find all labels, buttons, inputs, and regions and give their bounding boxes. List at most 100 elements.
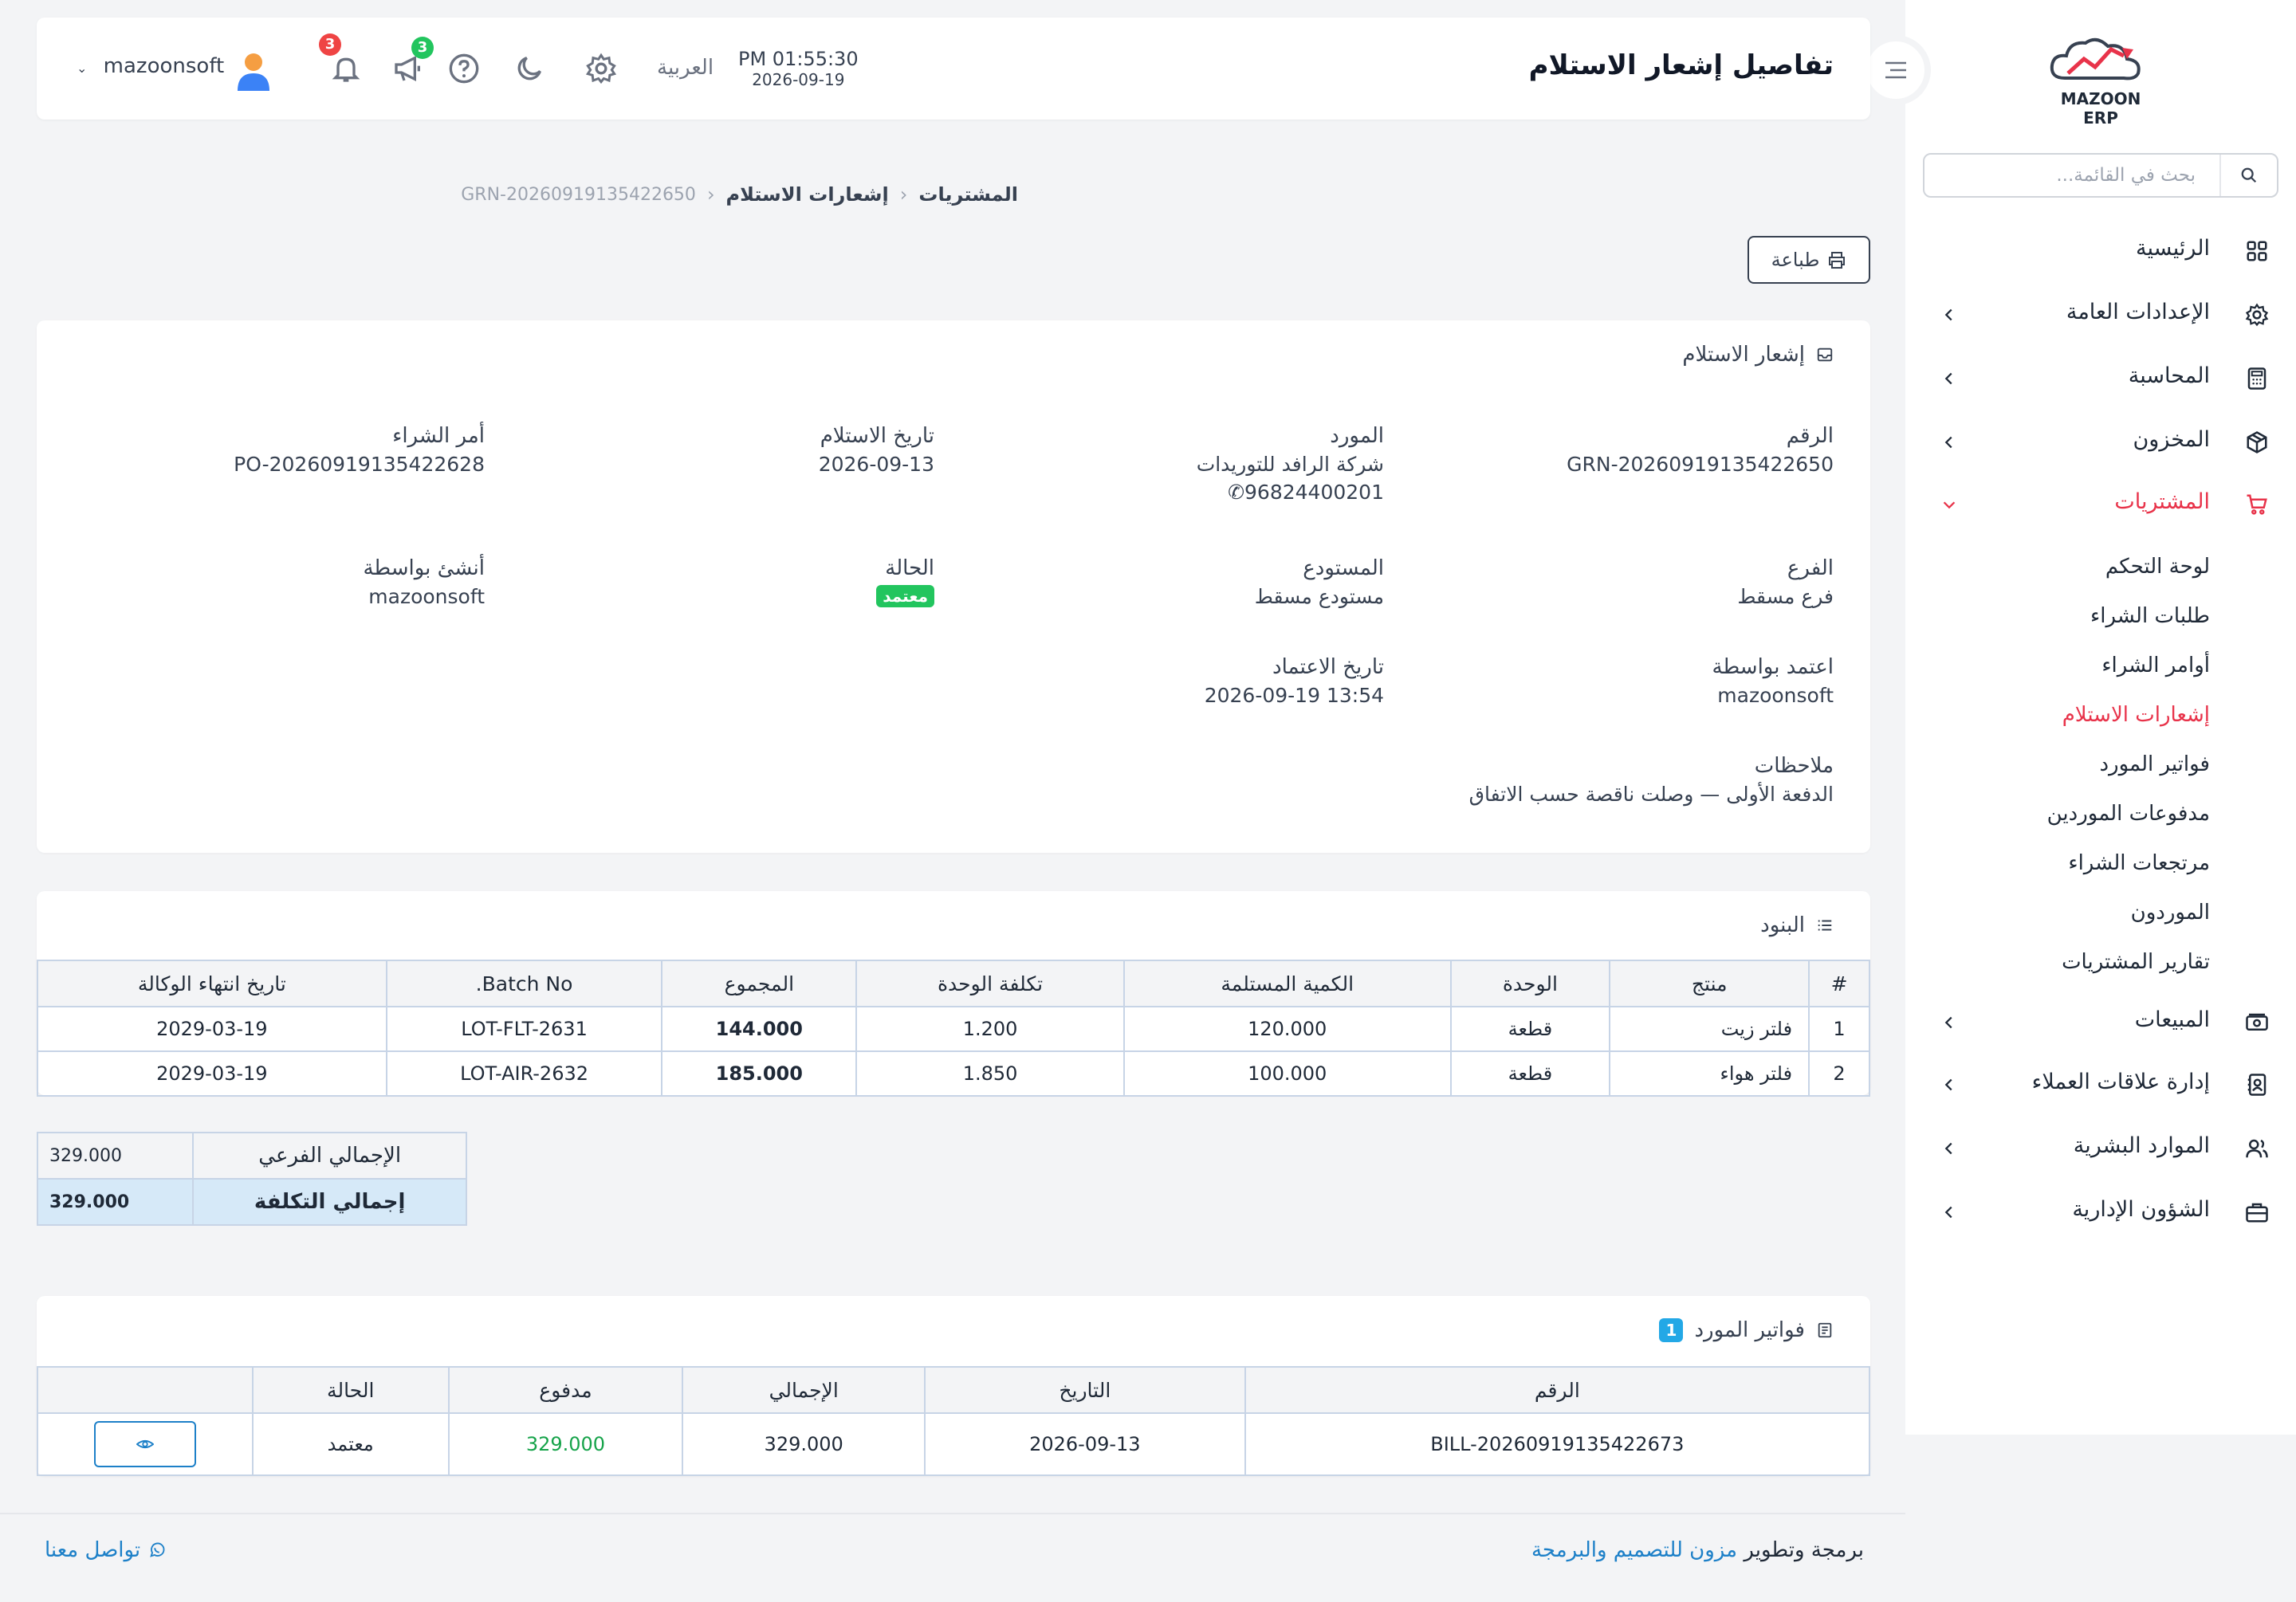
bills-count-badge: 1 bbox=[1659, 1318, 1684, 1342]
phone-value: 96824400201 bbox=[1244, 481, 1384, 504]
notifications-count-badge: 3 bbox=[319, 33, 341, 56]
logo-text: MAZOON ERP bbox=[2060, 89, 2141, 128]
sidebar-subitem-supplier-payments[interactable]: مدفوعات الموردين bbox=[2047, 802, 2210, 826]
field-receive-date: تاريخ الاستلام 2026-09-13 bbox=[819, 424, 934, 476]
purchase-order-link[interactable]: PO-20260919135422628 bbox=[234, 453, 485, 476]
breadcrumb-root[interactable]: المشتريات bbox=[918, 183, 1018, 206]
field-value: شركة الرافد للتوريدات bbox=[1196, 453, 1384, 476]
sidebar-subitem-dashboard[interactable]: لوحة التحكم bbox=[2105, 555, 2210, 579]
table-cell: 1.850 bbox=[855, 1050, 1125, 1097]
table-cell: 100.000 bbox=[1122, 1050, 1452, 1097]
sidebar-subitem-purchase-requests[interactable]: طلبات الشراء bbox=[2090, 604, 2210, 628]
col-header: الحالة bbox=[251, 1366, 450, 1414]
sidebar-item-hr[interactable]: الموارد البشرية bbox=[1905, 1121, 2296, 1176]
subtotal-value: 329.000 bbox=[36, 1132, 195, 1180]
sidebar-search[interactable] bbox=[1923, 153, 2278, 198]
bills-table: الرقم التاريخ الإجمالي مدفوع الحالة BILL… bbox=[37, 1366, 1871, 1476]
page-title: تفاصيل إشعار الاستلام bbox=[1528, 49, 1834, 81]
app-logo[interactable]: MAZOON ERP bbox=[2041, 32, 2160, 128]
field-value: 13:54 2026-09-19 bbox=[1204, 684, 1384, 707]
user-menu[interactable]: mazoonsoft ⌄ bbox=[77, 54, 224, 78]
sidebar-subitem-goods-receipts[interactable]: إشعارات الاستلام bbox=[2062, 703, 2210, 727]
view-bill-button[interactable] bbox=[93, 1421, 196, 1467]
footer-credit-prefix: برمجة وتطوير bbox=[1744, 1538, 1864, 1562]
language-switch[interactable]: العربية bbox=[657, 56, 714, 80]
sidebar-item-label: المشتريات bbox=[2114, 489, 2210, 514]
col-header: منتج bbox=[1609, 960, 1810, 1007]
total-row: إجمالي التكلفة 329.000 bbox=[36, 1178, 467, 1226]
menu-icon bbox=[1885, 61, 1906, 79]
sidebar-subitem-supplier-bills[interactable]: فواتير المورد bbox=[2099, 752, 2210, 776]
contact-us-link[interactable]: تواصل معنا bbox=[45, 1538, 166, 1562]
col-header: الوحدة bbox=[1449, 960, 1611, 1007]
table-cell: قطعة bbox=[1449, 1050, 1611, 1097]
sidebar-item-crm[interactable]: إدارة علاقات العملاء bbox=[1905, 1057, 2296, 1113]
breadcrumb-separator: ‹ bbox=[706, 183, 715, 206]
moon-icon[interactable] bbox=[513, 53, 545, 84]
field-label: اعتمد بواسطة bbox=[1712, 655, 1834, 679]
items-card: البنود # منتج الوحدة الكمية المستلمة تكل… bbox=[37, 891, 1870, 1097]
col-header: تاريخ انتهاء الوكالة bbox=[37, 960, 387, 1007]
footer-credit-link[interactable]: مزون للتصميم والبرمجة bbox=[1531, 1538, 1737, 1562]
announcements-button[interactable]: 3 bbox=[392, 37, 434, 84]
sidebar-item-administration[interactable]: الشؤون الإدارية bbox=[1905, 1184, 2296, 1240]
sidebar-item-purchases[interactable]: المشتريات bbox=[1905, 477, 2296, 532]
chevron-left-icon bbox=[1944, 1142, 1952, 1155]
table-cell: 185.000 bbox=[661, 1050, 858, 1097]
field-approved-by: اعتمد بواسطة mazoonsoft bbox=[1712, 655, 1834, 707]
sidebar-subitem-purchase-orders[interactable]: أوامر الشراء bbox=[2101, 654, 2210, 677]
sidebar-item-settings[interactable]: الإعدادات العامة bbox=[1905, 287, 2296, 343]
phone-icon: ✆ bbox=[1228, 481, 1245, 504]
bills-card-title: فواتير المورد bbox=[1694, 1318, 1805, 1342]
items-card-title: البنود bbox=[1760, 913, 1805, 937]
col-header: # bbox=[1808, 960, 1870, 1007]
sidebar-item-sales[interactable]: المبيعات bbox=[1905, 995, 2296, 1050]
help-icon[interactable] bbox=[448, 53, 480, 84]
items-table: # منتج الوحدة الكمية المستلمة تكلفة الوح… bbox=[37, 960, 1870, 1097]
table-cell: LOT-AIR-2632 bbox=[385, 1050, 663, 1097]
avatar[interactable] bbox=[234, 51, 273, 91]
notifications-button[interactable]: 3 bbox=[319, 33, 362, 84]
table-cell: LOT-FLT-2631 bbox=[385, 1006, 663, 1052]
sidebar: MAZOON ERP الرئيسية الإعدادات العامة الم… bbox=[1905, 0, 2296, 1435]
sidebar-subitem-purchase-reports[interactable]: تقارير المشتريات bbox=[2062, 950, 2210, 974]
sidebar-item-label: المبيعات bbox=[2134, 1007, 2210, 1032]
sidebar-toggle-button[interactable] bbox=[1861, 35, 1931, 105]
logo-cloud-icon bbox=[2050, 37, 2141, 80]
table-cell-actions bbox=[37, 1412, 254, 1476]
announcements-count-badge: 3 bbox=[411, 37, 434, 59]
cash-icon bbox=[2246, 1013, 2268, 1031]
sidebar-item-label: إدارة علاقات العملاء bbox=[2031, 1070, 2210, 1094]
field-warehouse: المستودع مستودع مسقط bbox=[1255, 556, 1384, 608]
table-cell: 1 bbox=[1808, 1006, 1870, 1052]
field-label: الرقم bbox=[1786, 424, 1834, 448]
breadcrumb-section[interactable]: إشعارات الاستلام bbox=[726, 183, 889, 206]
field-label: الفرع bbox=[1787, 556, 1834, 580]
table-cell: 2029-03-19 bbox=[37, 1050, 387, 1097]
status-badge: معتمد bbox=[876, 585, 934, 607]
contact-us-label: تواصل معنا bbox=[45, 1538, 141, 1562]
sidebar-item-inventory[interactable]: المخزون bbox=[1905, 414, 2296, 470]
sidebar-subitem-suppliers[interactable]: الموردون bbox=[2131, 901, 2210, 925]
field-branch: الفرع فرع مسقط bbox=[1737, 556, 1834, 608]
printer-icon bbox=[1829, 252, 1846, 269]
gear-icon bbox=[2245, 303, 2269, 327]
chevron-down-icon bbox=[1943, 501, 1956, 509]
sidebar-item-home[interactable]: الرئيسية bbox=[1905, 223, 2296, 279]
sidebar-item-label: الموارد البشرية bbox=[2073, 1133, 2210, 1158]
footer-credit: برمجة وتطوير مزون للتصميم والبرمجة bbox=[1531, 1538, 1864, 1562]
sidebar-item-accounting[interactable]: المحاسبة bbox=[1905, 351, 2296, 406]
sidebar-subitem-purchase-returns[interactable]: مرتجعات الشراء bbox=[2068, 851, 2210, 875]
table-cell: BILL-20260919135422673 bbox=[1244, 1412, 1871, 1476]
inbox-icon bbox=[1817, 347, 1833, 362]
breadcrumb: المشتريات ‹ إشعارات الاستلام ‹ GRN-20260… bbox=[461, 183, 1018, 206]
col-header-actions bbox=[37, 1366, 254, 1414]
col-header: تكلفة الوحدة bbox=[855, 960, 1125, 1007]
print-button[interactable]: طباعة bbox=[1748, 236, 1870, 284]
gear-icon[interactable] bbox=[585, 53, 617, 84]
chevron-down-icon: ⌄ bbox=[77, 61, 88, 76]
sidebar-search-input[interactable] bbox=[1924, 155, 2219, 196]
sidebar-item-label: الشؤون الإدارية bbox=[2072, 1197, 2210, 1222]
field-label: الحالة bbox=[885, 556, 934, 580]
cart-icon bbox=[2247, 494, 2267, 515]
